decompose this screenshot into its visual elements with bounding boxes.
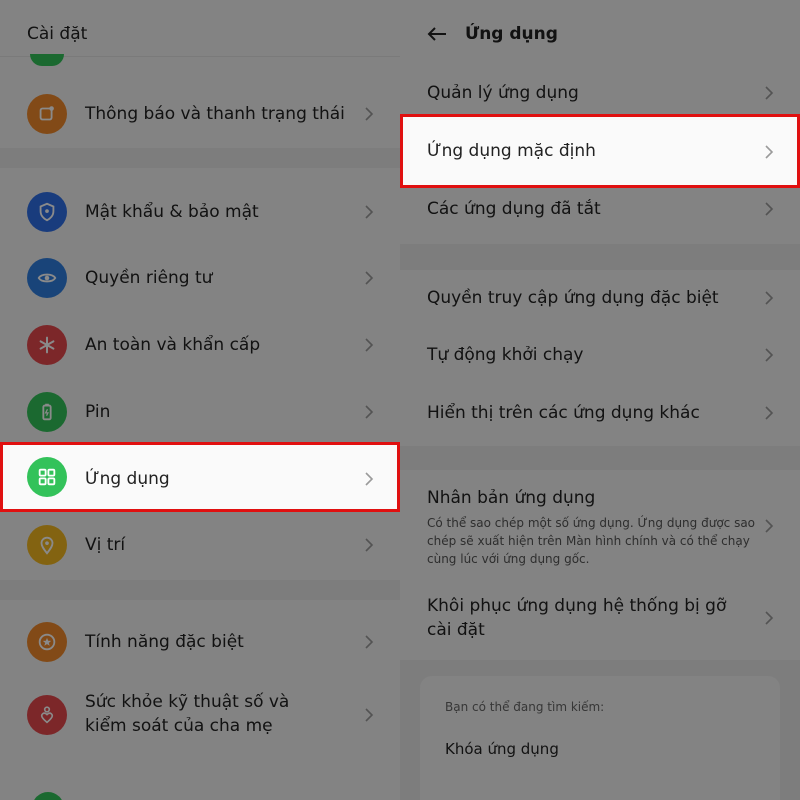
apps-grid-icon [27, 457, 67, 497]
emergency-icon [27, 325, 67, 365]
apps-item-label: Hiển thị trên các ứng dụng khác [427, 403, 700, 423]
chevron-right-icon [765, 202, 774, 216]
chevron-right-icon [765, 406, 774, 420]
settings-item-battery[interactable]: Pin [0, 380, 400, 444]
settings-panel: Cài đặt Thông báo và thanh trạng thái Mậ… [0, 0, 400, 800]
apps-item-clone[interactable]: Nhân bản ứng dụng Có thể sao chép một số… [400, 470, 800, 582]
back-arrow-icon[interactable] [427, 26, 447, 42]
chevron-right-icon [365, 708, 374, 722]
chevron-right-icon [765, 348, 774, 362]
apps-item-default-highlighted[interactable]: Ứng dụng mặc định [400, 114, 800, 188]
settings-item-privacy[interactable]: Quyền riêng tư [0, 246, 400, 310]
apps-item-special-access[interactable]: Quyền truy cập ứng dụng đặc biệt [400, 270, 800, 326]
page-title: Ứng dụng [465, 24, 558, 44]
settings-item-label: Quyền riêng tư [85, 268, 213, 288]
section-gap [400, 244, 800, 270]
privacy-eye-icon [27, 258, 67, 298]
settings-item-label: Pin [85, 402, 111, 422]
apps-item-auto-launch[interactable]: Tự động khởi chạy [400, 328, 800, 384]
star-icon [27, 622, 67, 662]
heart-person-icon [27, 695, 67, 735]
chevron-right-icon [365, 271, 374, 285]
suggestion-card: Bạn có thể đang tìm kiếm: Khóa ứng dụng [420, 676, 780, 800]
chevron-right-icon [765, 86, 774, 100]
section-gap [400, 446, 800, 470]
apps-item-disabled[interactable]: Các ứng dụng đã tắt [400, 182, 800, 236]
suggestion-heading: Bạn có thể đang tìm kiếm: [445, 700, 605, 714]
apps-item-display-over-apps[interactable]: Hiển thị trên các ứng dụng khác [400, 386, 800, 442]
section-gap [0, 580, 400, 600]
partial-list-icon [32, 792, 64, 800]
chevron-right-icon [765, 145, 774, 159]
settings-item-special-features[interactable]: Tính năng đặc biệt [0, 610, 400, 674]
settings-item-label: Ứng dụng [85, 469, 170, 489]
apps-item-label: Nhân bản ứng dụng [427, 488, 596, 508]
partial-list-icon [30, 54, 64, 66]
apps-item-label: Quản lý ứng dụng [427, 83, 579, 103]
chevron-right-icon [765, 611, 774, 625]
suggestion-app-lock[interactable]: Khóa ứng dụng [445, 740, 559, 758]
apps-item-label: Khôi phục ứng dụng hệ thống bị gỡ cài đặ… [427, 596, 727, 640]
apps-item-restore-system-apps[interactable]: Khôi phục ứng dụng hệ thống bị gỡ cài đặ… [400, 584, 800, 660]
settings-item-notifications[interactable]: Thông báo và thanh trạng thái [0, 82, 400, 146]
chevron-right-icon [365, 338, 374, 352]
settings-item-label: An toàn và khẩn cấp [85, 335, 261, 355]
chevron-right-icon [365, 635, 374, 649]
settings-item-digital-wellbeing[interactable]: Sức khỏe kỹ thuật số và kiểm soát của ch… [0, 680, 400, 750]
chevron-right-icon [765, 291, 774, 305]
apps-item-label: Quyền truy cập ứng dụng đặc biệt [427, 288, 719, 308]
section-gap [0, 148, 400, 168]
settings-item-apps-highlighted[interactable]: Ứng dụng [0, 442, 400, 512]
settings-item-label: Tính năng đặc biệt [85, 632, 244, 652]
chevron-right-icon [365, 205, 374, 219]
settings-item-location[interactable]: Vị trí [0, 513, 400, 577]
settings-item-label: Thông báo và thanh trạng thái [85, 104, 345, 124]
battery-icon [27, 392, 67, 432]
chevron-right-icon [365, 472, 374, 486]
settings-item-label: Sức khỏe kỹ thuật số và kiểm soát của ch… [85, 692, 290, 736]
page-title: Cài đặt [27, 24, 88, 44]
apps-item-label: Các ứng dụng đã tắt [427, 199, 601, 219]
settings-item-password-security[interactable]: Mật khẩu & bảo mật [0, 180, 400, 244]
settings-item-label: Mật khẩu & bảo mật [85, 202, 259, 222]
shield-icon [27, 192, 67, 232]
apps-item-label: Ứng dụng mặc định [427, 141, 596, 161]
settings-item-label: Vị trí [85, 535, 126, 555]
apps-item-label: Tự động khởi chạy [427, 345, 584, 365]
chevron-right-icon [765, 519, 774, 533]
chevron-right-icon [365, 107, 374, 121]
notification-icon [27, 94, 67, 134]
settings-item-safety-emergency[interactable]: An toàn và khẩn cấp [0, 313, 400, 377]
apps-item-manage[interactable]: Quản lý ứng dụng [400, 66, 800, 120]
apps-item-description: Có thể sao chép một số ứng dụng. Ứng dụn… [427, 516, 756, 566]
chevron-right-icon [365, 405, 374, 419]
location-pin-icon [27, 525, 67, 565]
chevron-right-icon [365, 538, 374, 552]
